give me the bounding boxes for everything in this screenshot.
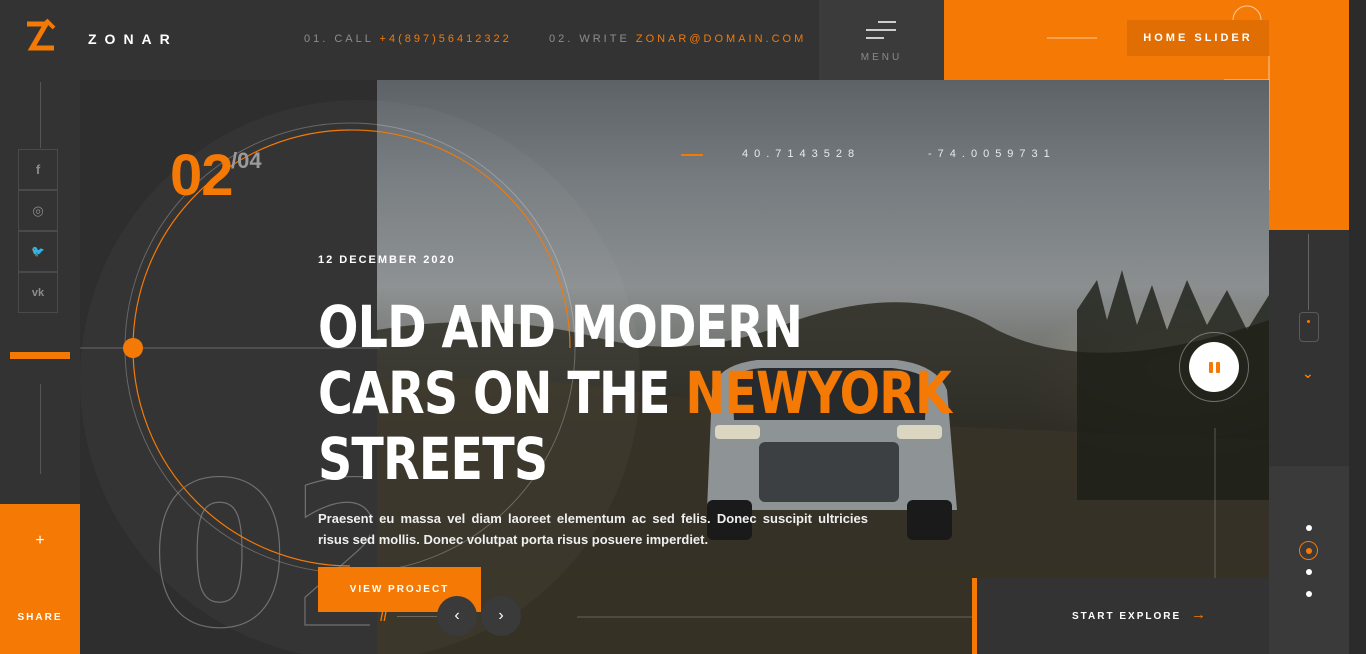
phone-link[interactable]: +4(897)56412322 xyxy=(380,33,512,45)
slash-decoration: // xyxy=(380,610,387,624)
sidebar-line-top xyxy=(40,82,41,148)
hamburger-icon xyxy=(866,21,896,39)
share-button[interactable]: + SHARE xyxy=(0,504,80,654)
slide-current-number: 02 xyxy=(170,143,234,208)
right-edge xyxy=(1349,0,1366,654)
slide-total-number: /04 xyxy=(231,148,262,173)
prev-slide-button[interactable]: ‹ xyxy=(437,596,477,636)
twitter-icon[interactable]: 🐦 xyxy=(18,231,58,272)
home-slider-button[interactable]: HOME SLIDER xyxy=(1127,20,1269,56)
zonar-logo-icon[interactable] xyxy=(24,18,58,54)
slide-headline: OLD AND MODERN CARS ON THE NEWYORK STREE… xyxy=(318,293,952,493)
scroll-line xyxy=(1308,234,1309,310)
right-scroll-strip xyxy=(1269,230,1349,466)
pager-dot-2-active[interactable] xyxy=(1299,541,1318,560)
scroll-wheel-dot xyxy=(1307,320,1310,323)
write-contact[interactable]: 02. WRITE ZONAR@DOMAIN.COM xyxy=(549,33,806,45)
arrow-right-icon: → xyxy=(1191,606,1206,623)
headline-line-3: STREETS xyxy=(318,425,548,493)
call-contact[interactable]: 01. CALL +4(897)56412322 xyxy=(304,33,512,45)
pager-dot-1[interactable] xyxy=(1306,525,1312,531)
menu-label: MENU xyxy=(860,52,903,63)
headline-line-1: OLD AND MODERN xyxy=(318,293,803,361)
latitude: 40.7143528 xyxy=(742,148,861,160)
pause-button[interactable] xyxy=(1189,342,1239,392)
pause-icon xyxy=(1207,361,1221,373)
brand-name[interactable]: ZONAR xyxy=(88,31,178,47)
email-link[interactable]: ZONAR@DOMAIN.COM xyxy=(636,33,806,45)
call-label: 01. CALL xyxy=(304,33,374,45)
pager-dot-4[interactable] xyxy=(1306,591,1312,597)
headline-line-2: CARS ON THE NEWYORK xyxy=(318,359,952,427)
facebook-icon[interactable]: f xyxy=(18,149,58,190)
start-explore-label: START EXPLORE xyxy=(1072,611,1182,622)
share-label: SHARE xyxy=(17,612,63,623)
sidebar-accent-bar xyxy=(10,352,70,359)
pager-dot-3[interactable] xyxy=(1306,569,1312,575)
next-slide-button[interactable]: › xyxy=(481,596,521,636)
menu-button[interactable]: MENU xyxy=(819,0,944,80)
plus-icon: + xyxy=(35,532,45,549)
nav-line xyxy=(397,616,437,617)
write-label: 02. WRITE xyxy=(549,33,630,45)
headline-line-2-text: CARS ON THE xyxy=(318,359,686,427)
headline-highlight: NEWYORK xyxy=(685,359,952,427)
instagram-icon[interactable]: ◎ xyxy=(18,190,58,231)
chevron-down-icon[interactable]: ⌄ xyxy=(1302,365,1314,382)
coordinates-accent xyxy=(681,154,703,156)
slide-pager-strip xyxy=(1269,466,1349,654)
start-explore-button[interactable]: START EXPLORE → xyxy=(972,578,1269,654)
slide-description: Praesent eu massa vel diam laoreet eleme… xyxy=(318,511,868,547)
sidebar-line-bottom xyxy=(40,384,41,474)
longitude: -74.0059731 xyxy=(928,148,1056,160)
scroll-mouse-icon[interactable] xyxy=(1299,312,1319,342)
slide-date: 12 DECEMBER 2020 xyxy=(318,254,456,266)
vk-icon[interactable]: vk xyxy=(18,272,58,313)
